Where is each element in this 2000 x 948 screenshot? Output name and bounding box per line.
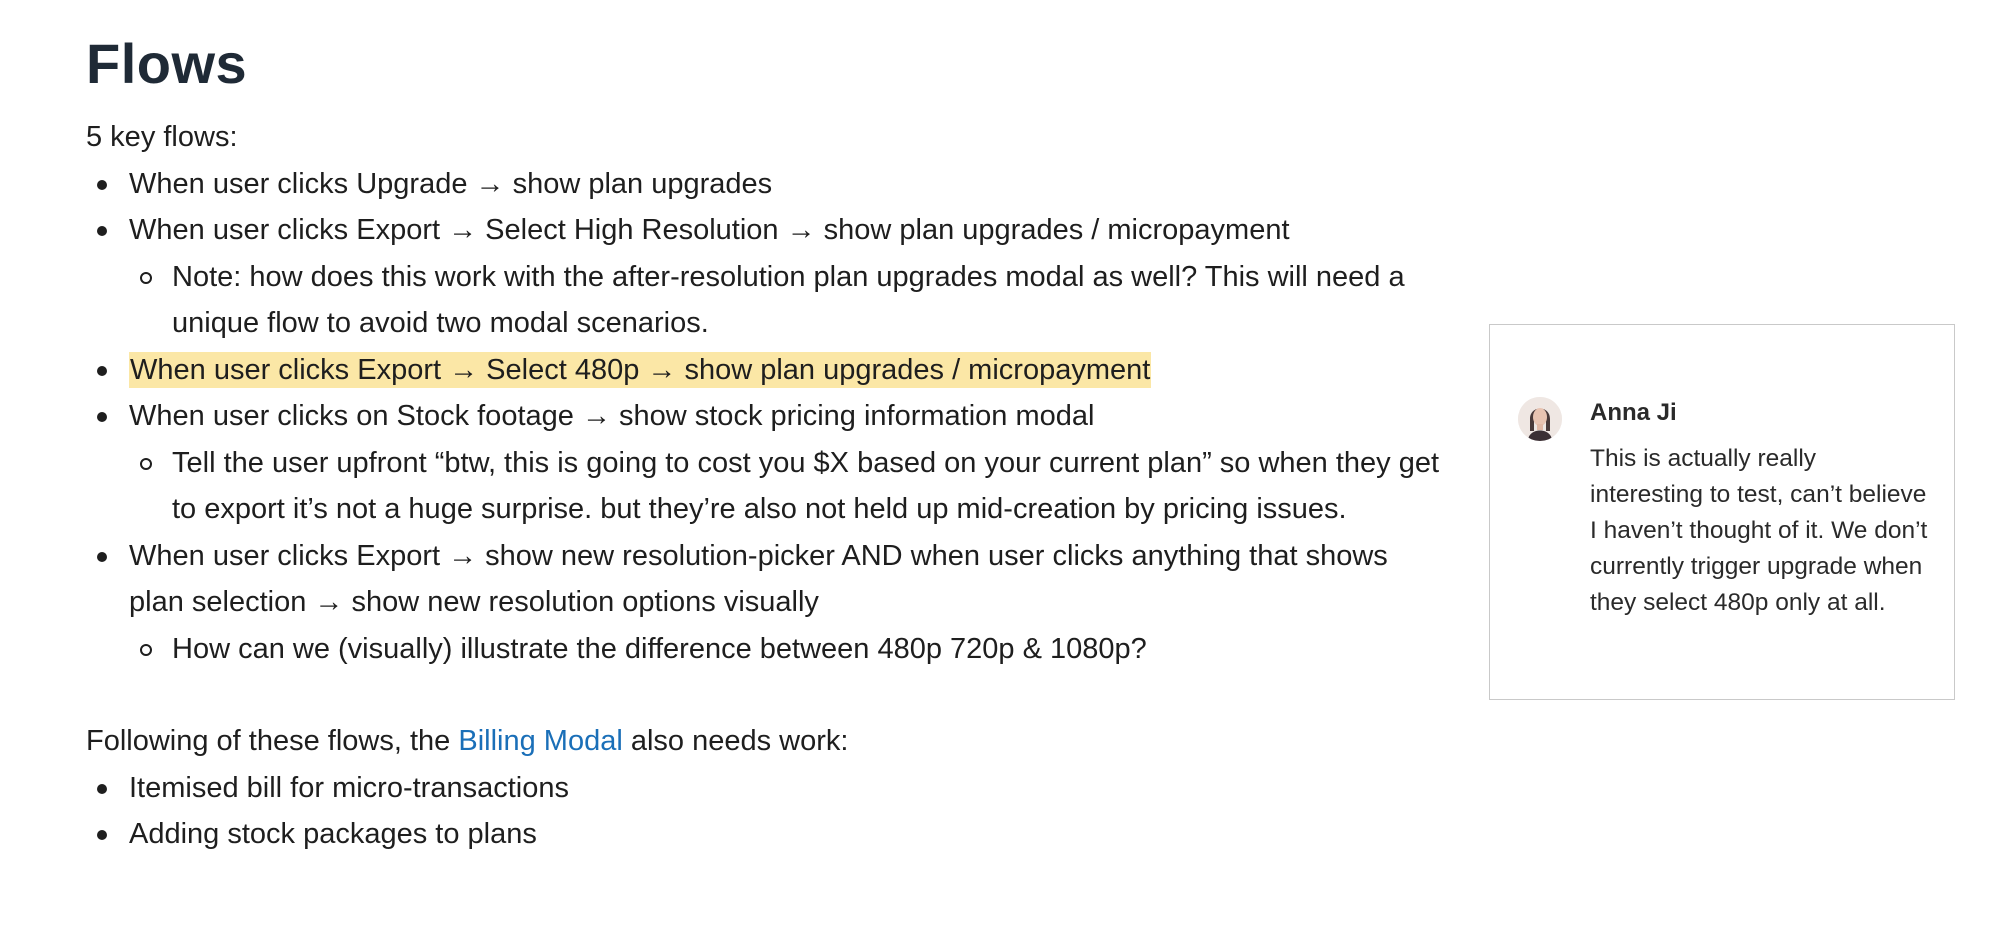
sub-list: How can we (visually) illustrate the dif… [129, 626, 1446, 673]
comment-card[interactable]: Anna Ji This is actually really interest… [1489, 324, 1955, 700]
comment-text: This is actually really interesting to t… [1590, 445, 1928, 616]
list-item: When user clicks on Stock footage → show… [86, 393, 1446, 533]
flows-intro: 5 key flows: [86, 121, 238, 153]
list-item: When user clicks Export → Select 480p → … [86, 347, 1446, 394]
billing-item: Adding stock packages to plans [129, 818, 537, 850]
flow-note: Note: how does this work with the after-… [172, 260, 1405, 340]
list-item: When user clicks Upgrade → show plan upg… [86, 161, 1446, 208]
flows-list: When user clicks Upgrade → show plan upg… [86, 161, 1446, 673]
billing-modal-link[interactable]: Billing Modal [458, 725, 622, 757]
flow-text: When user clicks Export → show new resol… [129, 539, 1388, 619]
flow-note: How can we (visually) illustrate the dif… [172, 632, 1147, 665]
sub-list: Tell the user upfront “btw, this is goin… [129, 440, 1446, 533]
list-item: How can we (visually) illustrate the dif… [129, 626, 1446, 673]
document-body: Flows 5 key flows: When user clicks Upgr… [86, 24, 1446, 858]
list-item: Itemised bill for micro-transactions [86, 765, 1446, 812]
following-paragraph: Following of these flows, the Billing Mo… [86, 718, 1446, 765]
billing-list: Itemised bill for micro-transactions Add… [86, 765, 1446, 858]
avatar[interactable] [1518, 397, 1562, 441]
sub-list: Note: how does this work with the after-… [129, 254, 1446, 347]
comment-author: Anna Ji [1590, 399, 1677, 426]
list-item: Note: how does this work with the after-… [129, 254, 1446, 347]
flow-note: Tell the user upfront “btw, this is goin… [172, 446, 1440, 526]
flow-text: When user clicks Export → Select High Re… [129, 214, 1290, 246]
user-avatar-icon [1518, 397, 1562, 441]
billing-item: Itemised bill for micro-transactions [129, 771, 569, 804]
following-prefix: Following of these flows, the [86, 725, 459, 757]
flow-text: When user clicks Upgrade → show plan upg… [129, 167, 773, 200]
following-suffix: also needs work: [622, 725, 849, 757]
list-item: Tell the user upfront “btw, this is goin… [129, 440, 1446, 533]
list-item: When user clicks Export → Select High Re… [86, 207, 1446, 347]
highlighted-comment-anchor[interactable]: When user clicks Export → Select 480p → … [129, 351, 1152, 388]
list-item: When user clicks Export → show new resol… [86, 533, 1446, 673]
page-title: Flows [86, 32, 248, 95]
flow-text: When user clicks on Stock footage → show… [129, 400, 1095, 432]
list-item: Adding stock packages to plans [86, 811, 1446, 858]
